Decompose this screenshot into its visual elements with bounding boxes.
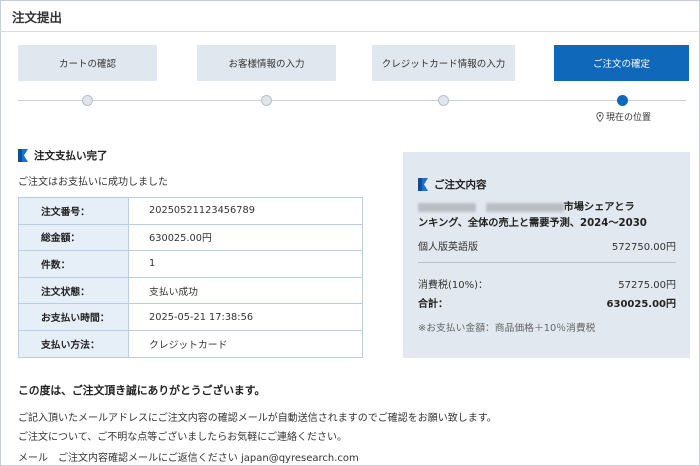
item-count-label: 件数： [18, 250, 129, 278]
current-position: 現在の位置 [596, 110, 651, 123]
payment-time-value: 2025-05-21 17:38:56 [128, 303, 363, 331]
contact-notice-line: ご注文について、ご不明な点等ございましたらお気軽にご連絡ください。 [18, 432, 347, 443]
table-row: 総金額： 630025.00円 [18, 223, 363, 252]
order-info-table: 注文番号： 20250521123456789 総金額： 630025.00円 件数… [18, 197, 363, 358]
email-contact-line: メール ご注文内容確認メールにご返信ください japan@qyresearch.… [18, 453, 359, 464]
flag-icon [418, 178, 428, 191]
summary-heading-text: ご注文内容 [434, 179, 487, 191]
edition-price: 572750.00円 [611, 242, 676, 253]
total-row: 合計： 630025.00円 [418, 295, 676, 310]
step-dot-current [617, 95, 628, 106]
thanks-message: この度は、ご注文頂き誠にありがとうございます。 [18, 384, 266, 397]
step-label: クレジットカード情報の入力 [381, 59, 506, 70]
item-count-value: 1 [128, 250, 363, 278]
order-number-label: 注文番号： [18, 197, 129, 225]
page-title: 注文提出 [12, 10, 63, 25]
table-row: お支払い時間： 2025-05-21 17:38:56 [18, 303, 363, 331]
product-name: 市場シェアとラ ンキング、全体の売上と需要予測、2024～2030 [418, 200, 680, 232]
tax-label: 消費税(10%)： [418, 280, 489, 291]
email-notice-line: ご記入頂いたメールアドレスにご注文内容の確認メールが自動送信されますのでご確認を… [18, 413, 497, 424]
location-pin-icon [596, 111, 604, 122]
table-row: 注文番号： 20250521123456789 [18, 197, 363, 225]
total-label: 合計： [418, 299, 448, 310]
summary-divider [418, 262, 676, 263]
current-position-label: 現在の位置 [606, 113, 652, 123]
summary-heading: ご注文内容 [418, 177, 487, 192]
step-label: お客様情報の入力 [228, 59, 305, 70]
total-amount-value: 630025.00円 [128, 223, 363, 252]
order-number-value: 20250521123456789 [128, 197, 363, 225]
completion-heading: 注文支払い完了 [18, 148, 108, 163]
step-dot-1 [82, 95, 93, 106]
tax-value: 57275.00円 [618, 280, 676, 291]
step-cart-confirm: カートの確認 [18, 45, 157, 81]
product-name-line1: 市場シェアとラ [563, 202, 635, 213]
payment-note: ※お支払い金額：商品価格＋10％消費税 [418, 323, 596, 334]
payment-time-label: お支払い時間： [18, 303, 129, 331]
total-value: 630025.00円 [606, 299, 676, 310]
table-row: 件数： 1 [18, 250, 363, 278]
table-row: 支払い方法： クレジットカード [18, 329, 363, 358]
edition-row: 個人版英語版 572750.00円 [418, 238, 676, 253]
tax-row: 消費税(10%)： 57275.00円 [418, 276, 676, 291]
step-label: ご注文の確定 [592, 59, 650, 70]
flag-icon [18, 149, 28, 162]
step-customer-info: お客様情報の入力 [197, 45, 336, 81]
step-dot-3 [438, 95, 449, 106]
progress-line [18, 100, 686, 101]
product-name-line2: ンキング、全体の売上と需要予測、2024～2030 [418, 218, 647, 229]
title-divider [0, 31, 700, 32]
payment-method-label: 支払い方法： [18, 329, 129, 358]
step-dot-2 [261, 95, 272, 106]
order-status-label: 注文状態： [18, 276, 129, 305]
completion-heading-text: 注文支払い完了 [34, 150, 108, 162]
table-row: 注文状態： 支払い成功 [18, 276, 363, 305]
redacted-text [418, 202, 476, 212]
success-message: ご注文はお支払いに成功しました [18, 177, 168, 188]
order-status-value: 支払い成功 [128, 276, 363, 305]
step-order-confirm: ご注文の確定 [554, 45, 689, 81]
total-amount-label: 総金額： [18, 223, 129, 252]
step-credit-card: クレジットカード情報の入力 [372, 45, 515, 81]
step-label: カートの確認 [58, 59, 116, 70]
payment-method-value: クレジットカード [128, 329, 363, 358]
edition-label: 個人版英語版 [418, 242, 478, 253]
redacted-text [485, 202, 564, 212]
